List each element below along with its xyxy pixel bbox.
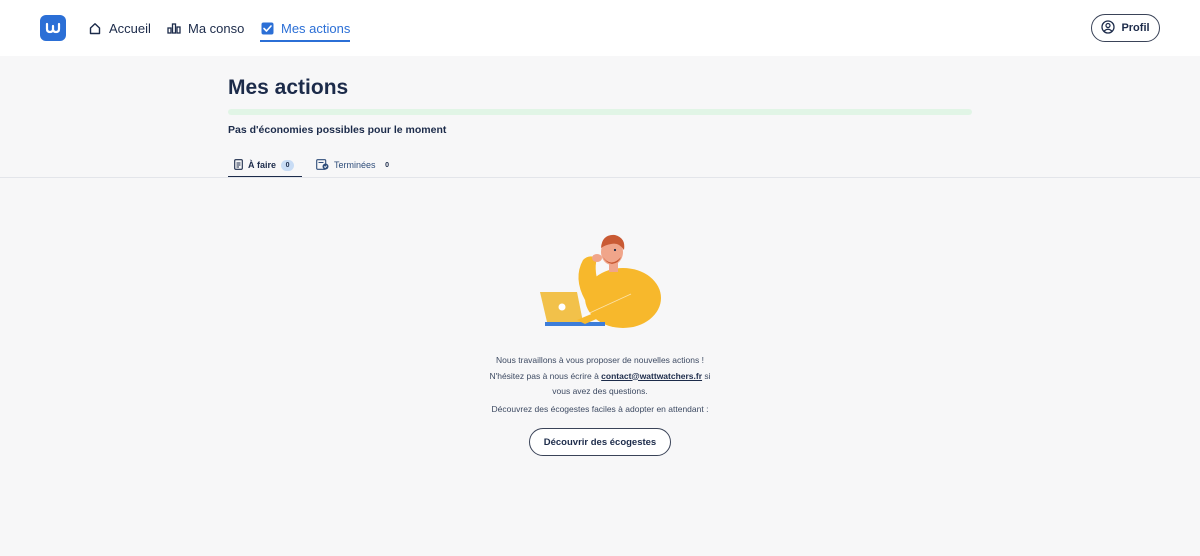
home-icon — [88, 21, 102, 35]
savings-progress-bar — [228, 109, 972, 115]
empty-state-line: vous avez des questions. — [552, 386, 648, 396]
user-circle-icon — [1101, 19, 1116, 37]
discover-ecogestes-button[interactable]: Découvrir des écogestes — [529, 428, 671, 456]
app-logo[interactable] — [40, 15, 66, 41]
profile-button[interactable]: Profil — [1091, 14, 1160, 42]
page-title: Mes actions — [228, 76, 349, 99]
savings-status-text: Pas d'économies possibles pour le moment — [228, 124, 447, 136]
checkbox-icon — [260, 21, 274, 35]
nav-label: Ma conso — [188, 20, 245, 36]
nav-item-accueil[interactable]: Accueil — [88, 0, 151, 56]
tabs-divider — [0, 177, 1200, 178]
tab-count-badge: 0 — [385, 161, 389, 169]
tab-label: À faire — [248, 160, 277, 170]
nav-label: Accueil — [109, 20, 151, 36]
empty-state-line: N'hésitez pas à nous écrire à contact@wa… — [400, 369, 800, 385]
clipboard-icon — [234, 158, 243, 172]
tab-a-faire[interactable]: À faire 0 — [228, 152, 302, 178]
empty-state-line: Nous travaillons à vous proposer de nouv… — [496, 355, 704, 365]
empty-state-text: si — [702, 370, 711, 381]
thinking-person-illustration — [540, 234, 661, 328]
bar-chart-icon — [167, 21, 181, 35]
profile-label: Profil — [1121, 22, 1150, 34]
discover-text: Découvrez des écogestes faciles à adopte… — [491, 404, 709, 414]
nav-item-mes-actions[interactable]: Mes actions — [260, 0, 351, 56]
logo-icon — [45, 22, 61, 34]
nav-label: Mes actions — [281, 20, 351, 36]
top-navbar: Accueil Ma conso Mes actions Profil — [0, 0, 1200, 56]
contact-email-link[interactable]: contact@wattwatchers.fr — [601, 371, 702, 381]
tab-terminees[interactable]: Terminées 0 — [316, 152, 394, 178]
tab-label: Terminées — [334, 160, 376, 170]
tab-count-badge: 0 — [281, 159, 295, 171]
empty-state-text: N'hésitez pas à nous écrire à — [489, 370, 602, 381]
task-done-icon — [316, 158, 329, 172]
empty-state-message: Nous travaillons à vous proposer de nouv… — [400, 353, 800, 400]
nav-item-ma-conso[interactable]: Ma conso — [167, 0, 244, 56]
